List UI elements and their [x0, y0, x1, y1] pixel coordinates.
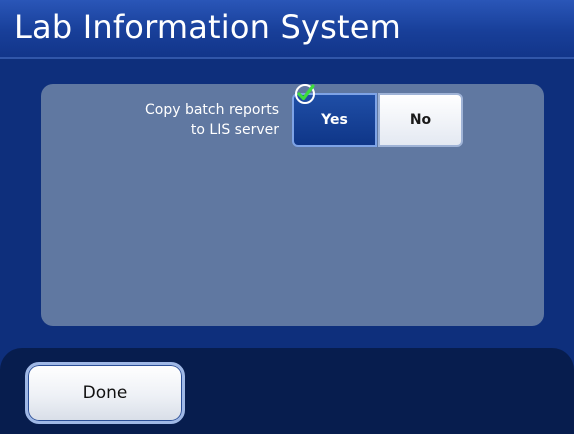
header-divider [0, 57, 574, 59]
lis-settings-screen: Lab Information System Copy batch report… [0, 0, 574, 434]
yes-option-label: Yes [321, 112, 348, 128]
no-option-button[interactable]: No [378, 93, 463, 147]
done-button-label: Done [82, 383, 128, 403]
setting-label-line2: to LIS server [190, 122, 279, 138]
copy-batch-reports-label: Copy batch reports to LIS server [98, 100, 279, 140]
header-bar: Lab Information System [0, 0, 574, 57]
yes-no-toggle: Yes No [292, 84, 463, 147]
no-option-label: No [409, 112, 432, 128]
page-title: Lab Information System [14, 8, 402, 46]
checkmark-icon [295, 84, 315, 104]
done-button[interactable]: Done [25, 362, 185, 424]
setting-label-line1: Copy batch reports [145, 102, 279, 118]
